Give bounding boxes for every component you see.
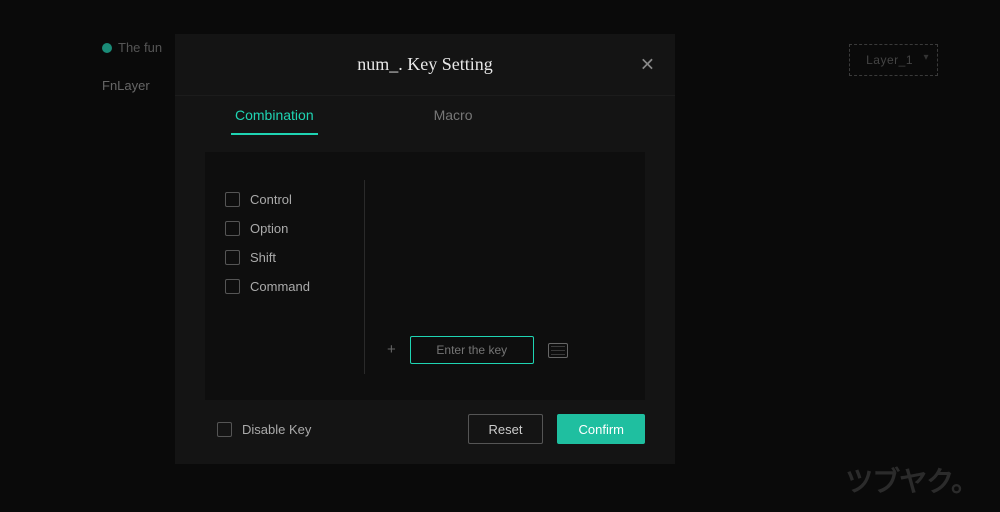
label-command: Command bbox=[250, 279, 310, 294]
modifier-list: Control Option Shift Command bbox=[225, 180, 365, 374]
plus-icon: + bbox=[387, 341, 396, 358]
label-option: Option bbox=[250, 221, 288, 236]
checkbox-icon bbox=[225, 279, 240, 294]
layer-select-value: Layer_1 bbox=[866, 53, 913, 67]
checkbox-control[interactable]: Control bbox=[225, 192, 364, 207]
checkbox-option[interactable]: Option bbox=[225, 221, 364, 236]
bg-notice: The fun bbox=[102, 40, 162, 55]
keyboard-icon[interactable] bbox=[548, 343, 568, 358]
checkbox-icon bbox=[225, 250, 240, 265]
reset-button[interactable]: Reset bbox=[468, 414, 544, 444]
modal-header: num_. Key Setting ✕ bbox=[175, 34, 675, 96]
label-shift: Shift bbox=[250, 250, 276, 265]
confirm-button[interactable]: Confirm bbox=[557, 414, 645, 444]
checkbox-icon bbox=[225, 221, 240, 236]
checkbox-shift[interactable]: Shift bbox=[225, 250, 364, 265]
label-control: Control bbox=[250, 192, 292, 207]
modal-footer: Disable Key Reset Confirm bbox=[175, 414, 675, 464]
key-entry-area: + bbox=[365, 180, 625, 374]
status-dot-icon bbox=[102, 43, 112, 53]
fnlayer-label: FnLayer bbox=[102, 78, 150, 93]
modal-title: num_. Key Setting bbox=[357, 54, 493, 75]
tab-combination[interactable]: Combination bbox=[235, 107, 314, 133]
checkbox-command[interactable]: Command bbox=[225, 279, 364, 294]
notice-text: The fun bbox=[118, 40, 162, 55]
key-setting-modal: num_. Key Setting ✕ Combination Macro Co… bbox=[175, 34, 675, 464]
checkbox-icon bbox=[225, 192, 240, 207]
watermark: ツブヤク。 bbox=[845, 460, 978, 500]
tab-macro[interactable]: Macro bbox=[434, 107, 473, 133]
tabs: Combination Macro bbox=[175, 96, 675, 144]
checkbox-disable-key[interactable]: Disable Key bbox=[217, 422, 454, 437]
combination-panel: Control Option Shift Command + bbox=[205, 152, 645, 400]
layer-select[interactable]: Layer_1 bbox=[849, 44, 938, 76]
key-input[interactable] bbox=[410, 336, 534, 364]
close-icon[interactable]: ✕ bbox=[640, 54, 655, 75]
checkbox-icon bbox=[217, 422, 232, 437]
label-disable: Disable Key bbox=[242, 422, 311, 437]
